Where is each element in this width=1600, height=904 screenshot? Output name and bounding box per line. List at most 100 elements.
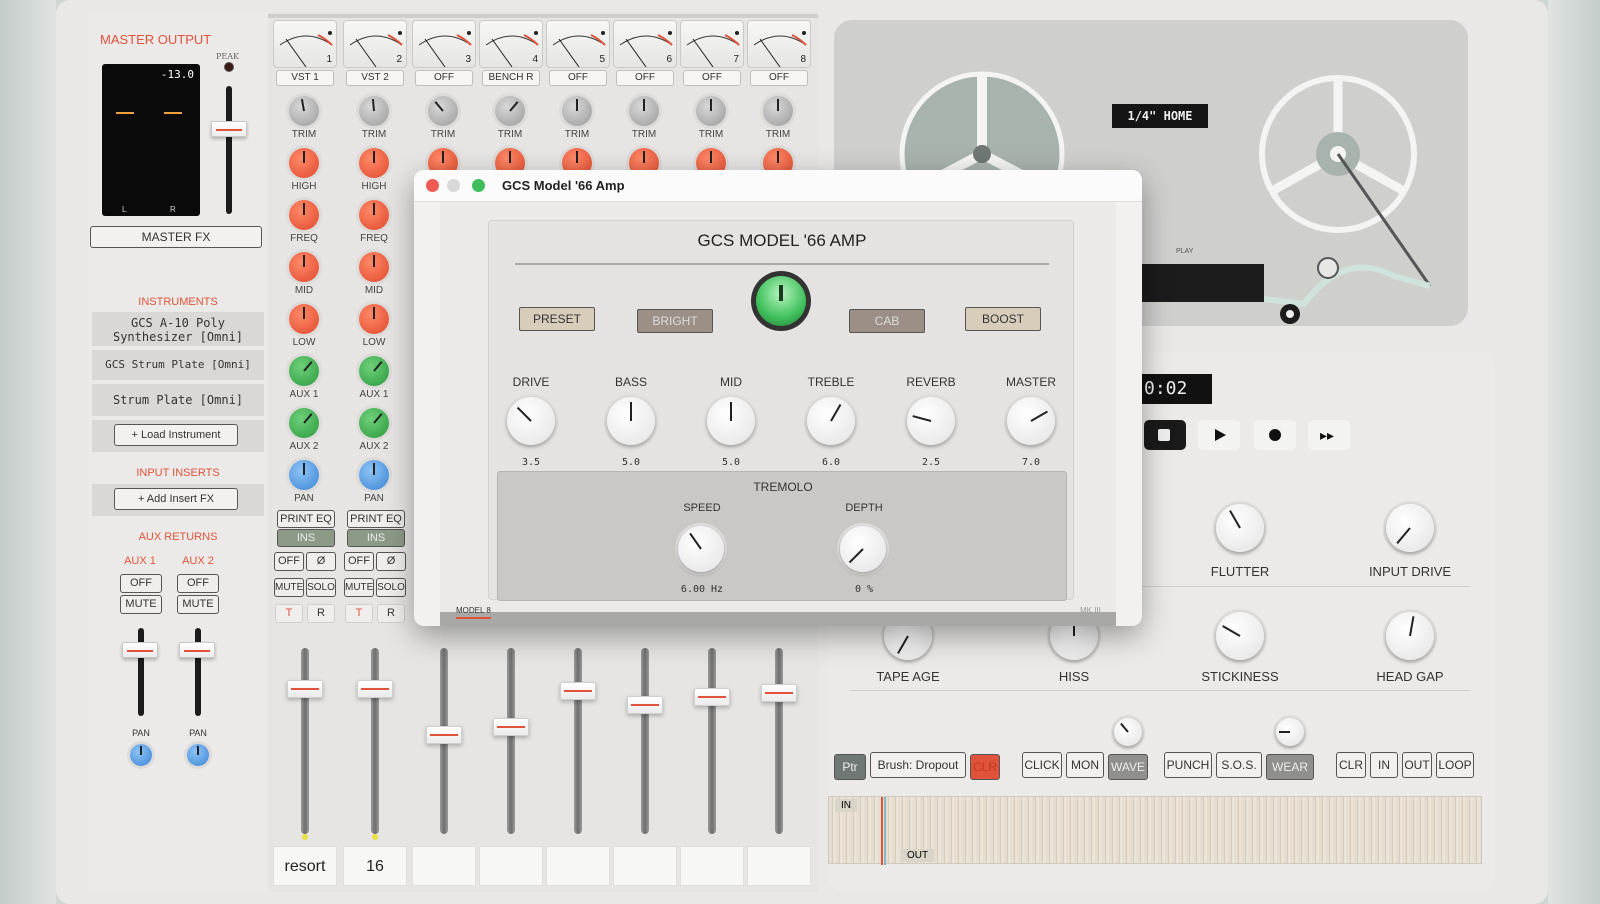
channel-8-fader-cap[interactable] xyxy=(761,684,797,702)
channel-4-trim-knob[interactable] xyxy=(495,96,525,126)
channel-6-fader-cap[interactable] xyxy=(627,696,663,714)
loop-out-button[interactable]: OUT xyxy=(1402,752,1432,778)
close-icon[interactable] xyxy=(426,179,439,192)
aux1-pan-knob[interactable] xyxy=(130,744,152,766)
channel-2-r-button[interactable]: R xyxy=(377,604,405,623)
stickiness-knob[interactable] xyxy=(1216,612,1264,660)
channel-1-freq-knob[interactable] xyxy=(289,200,319,230)
channel-4-name[interactable]: BENCH R xyxy=(482,70,540,86)
channel-8-fader-track[interactable] xyxy=(775,648,783,834)
add-insert-fx-button[interactable]: + Add Insert FX xyxy=(114,488,238,510)
channel-7-bottom-field[interactable] xyxy=(680,846,744,886)
channel-2-name[interactable]: VST 2 xyxy=(346,70,404,86)
cab-button[interactable]: CAB xyxy=(849,309,925,333)
channel-3-trim-knob[interactable] xyxy=(428,96,458,126)
channel-2-low-knob[interactable] xyxy=(359,304,389,334)
channel-1-aux2-knob[interactable] xyxy=(289,408,319,438)
channel-1-print-eq-button[interactable]: PRINT EQ xyxy=(277,510,335,528)
master-knob[interactable] xyxy=(1007,397,1055,445)
channel-2-solo-button[interactable]: SOLO xyxy=(376,578,406,597)
channel-5-fader-cap[interactable] xyxy=(560,682,596,700)
master-fader-cap[interactable] xyxy=(211,121,247,137)
channel-1-off-button[interactable]: OFF xyxy=(274,552,304,571)
channel-1-t-button[interactable]: T xyxy=(275,604,303,623)
brush-dropout-button[interactable]: Brush: Dropout xyxy=(870,752,966,778)
channel-7-trim-knob[interactable] xyxy=(696,96,726,126)
input-drive-knob[interactable] xyxy=(1386,504,1434,552)
punch-button[interactable]: PUNCH xyxy=(1164,752,1212,778)
channel-6-name[interactable]: OFF xyxy=(616,70,674,86)
aux2-pan-knob[interactable] xyxy=(187,744,209,766)
channel-4-bottom-field[interactable] xyxy=(479,846,543,886)
zoom-icon[interactable] xyxy=(472,179,485,192)
channel-3-fader-cap[interactable] xyxy=(426,726,462,744)
instrument-slot-3[interactable]: Strum Plate [Omni] xyxy=(92,384,264,416)
channel-5-fader-track[interactable] xyxy=(574,648,582,834)
drive-knob[interactable] xyxy=(507,397,555,445)
channel-5-bottom-field[interactable] xyxy=(546,846,610,886)
channel-2-fader-track[interactable] xyxy=(371,648,379,834)
minimize-icon[interactable] xyxy=(447,179,460,192)
clear-brush-button[interactable]: CLR xyxy=(970,754,1000,780)
channel-2-ins-button[interactable]: INS xyxy=(347,529,405,547)
channel-2-off-button[interactable]: OFF xyxy=(344,552,374,571)
bright-button[interactable]: BRIGHT xyxy=(637,309,713,333)
channel-5-name[interactable]: OFF xyxy=(549,70,607,86)
channel-5-trim-knob[interactable] xyxy=(562,96,592,126)
channel-7-name[interactable]: OFF xyxy=(683,70,741,86)
channel-1-solo-button[interactable]: SOLO xyxy=(306,578,336,597)
head-gap-knob[interactable] xyxy=(1386,612,1434,660)
channel-1-low-knob[interactable] xyxy=(289,304,319,334)
playhead-marker[interactable] xyxy=(881,797,883,865)
channel-8-trim-knob[interactable] xyxy=(763,96,793,126)
channel-8-bottom-field[interactable] xyxy=(747,846,811,886)
monitor-button[interactable]: MON xyxy=(1066,752,1104,778)
flutter-knob[interactable] xyxy=(1216,504,1264,552)
aux1-mute-button[interactable]: MUTE xyxy=(120,595,162,614)
fast-forward-button[interactable]: ▸▸ xyxy=(1308,420,1350,450)
channel-3-name[interactable]: OFF xyxy=(415,70,473,86)
master-fx-button[interactable]: MASTER FX xyxy=(90,226,262,248)
channel-2-mute-button[interactable]: MUTE xyxy=(344,578,374,597)
channel-2-aux2-knob[interactable] xyxy=(359,408,389,438)
channel-2-print-eq-button[interactable]: PRINT EQ xyxy=(347,510,405,528)
channel-6-trim-knob[interactable] xyxy=(629,96,659,126)
channel-2-t-button[interactable]: T xyxy=(345,604,373,623)
sound-on-sound-button[interactable]: S.O.S. xyxy=(1216,752,1262,778)
channel-1-mute-button[interactable]: MUTE xyxy=(274,578,304,597)
record-button[interactable] xyxy=(1254,420,1296,450)
aux2-fader-cap[interactable] xyxy=(179,642,215,658)
speed-knob[interactable] xyxy=(678,526,724,572)
instrument-slot-1[interactable]: GCS A-10 Poly Synthesizer [Omni] xyxy=(92,312,264,346)
bass-knob[interactable] xyxy=(607,397,655,445)
tape-timeline[interactable]: IN OUT xyxy=(828,796,1482,865)
channel-1-name[interactable]: VST 1 xyxy=(276,70,334,86)
aux2-mute-button[interactable]: MUTE xyxy=(177,595,219,614)
channel-1-r-button[interactable]: R xyxy=(307,604,335,623)
channel-1-phase-button[interactable]: Ø xyxy=(306,552,336,571)
stop-button[interactable] xyxy=(1144,420,1186,450)
loop-in-marker[interactable] xyxy=(884,797,886,865)
channel-2-freq-knob[interactable] xyxy=(359,200,389,230)
channel-6-bottom-field[interactable] xyxy=(613,846,677,886)
channel-2-high-knob[interactable] xyxy=(359,148,389,178)
channel-2-phase-button[interactable]: Ø xyxy=(376,552,406,571)
channel-1-aux1-knob[interactable] xyxy=(289,356,319,386)
window-titlebar[interactable]: GCS Model '66 Amp xyxy=(414,170,1142,202)
aux1-off-button[interactable]: OFF xyxy=(120,574,162,593)
wear-button[interactable]: WEAR xyxy=(1266,754,1314,780)
channel-8-name[interactable]: OFF xyxy=(750,70,808,86)
aux2-off-button[interactable]: OFF xyxy=(177,574,219,593)
master-fader-track[interactable] xyxy=(226,86,232,214)
channel-6-fader-track[interactable] xyxy=(641,648,649,834)
channel-7-fader-cap[interactable] xyxy=(694,688,730,706)
load-instrument-button[interactable]: + Load Instrument xyxy=(114,424,238,446)
play-button[interactable] xyxy=(1198,420,1240,450)
channel-7-fader-track[interactable] xyxy=(708,648,716,834)
loop-in-button[interactable]: IN xyxy=(1370,752,1398,778)
channel-2-bottom-field[interactable]: 16 xyxy=(343,846,407,886)
channel-1-mid-knob[interactable] xyxy=(289,252,319,282)
click-button[interactable]: CLICK xyxy=(1022,752,1062,778)
channel-1-pan-knob[interactable] xyxy=(289,460,319,490)
instrument-slot-2[interactable]: GCS Strum Plate [Omni] xyxy=(92,350,264,380)
